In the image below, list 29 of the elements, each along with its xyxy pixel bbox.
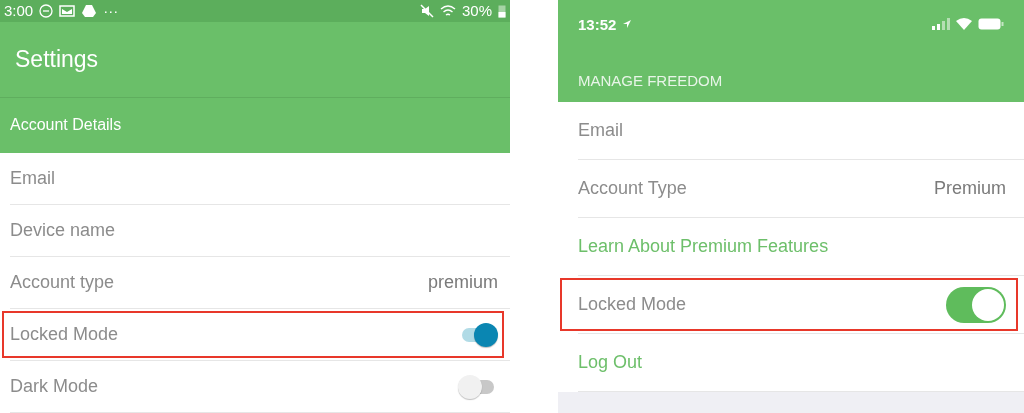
- battery-percentage: 30%: [461, 2, 492, 20]
- signal-icon: [932, 18, 950, 30]
- section-title: MANAGE FREEDOM: [578, 72, 724, 89]
- mute-icon: [419, 3, 434, 18]
- setting-value: premium: [428, 272, 498, 293]
- battery-icon: [978, 18, 1004, 30]
- settings-link[interactable]: Log Out: [578, 352, 643, 373]
- setting-label: Locked Mode: [10, 324, 119, 345]
- settings-link[interactable]: Learn About Premium Features: [578, 236, 829, 257]
- clock-time: 3:00: [4, 2, 34, 20]
- wifi-icon: [439, 3, 456, 18]
- minus-circle-icon: [39, 3, 54, 18]
- setting-label: Email: [10, 168, 55, 189]
- mail-icon: [59, 3, 76, 18]
- setting-label: Device name: [10, 220, 116, 241]
- toggle-switch[interactable]: [946, 286, 1006, 323]
- setting-label: Account Type: [578, 178, 687, 199]
- setting-label: Locked Mode: [578, 294, 687, 315]
- setting-label: Account type: [10, 272, 115, 293]
- clock-time: 13:52: [578, 15, 617, 33]
- location-arrow-icon: [622, 19, 633, 29]
- battery-icon: [498, 3, 506, 18]
- setting-label: Email: [578, 120, 623, 141]
- wifi-icon: [956, 18, 972, 30]
- section-title: Account Details: [10, 116, 122, 135]
- more-indicator: ···: [103, 2, 119, 20]
- setting-value: Premium: [934, 178, 1006, 199]
- setting-label: Dark Mode: [10, 376, 99, 397]
- screen-title: Settings: [15, 45, 99, 73]
